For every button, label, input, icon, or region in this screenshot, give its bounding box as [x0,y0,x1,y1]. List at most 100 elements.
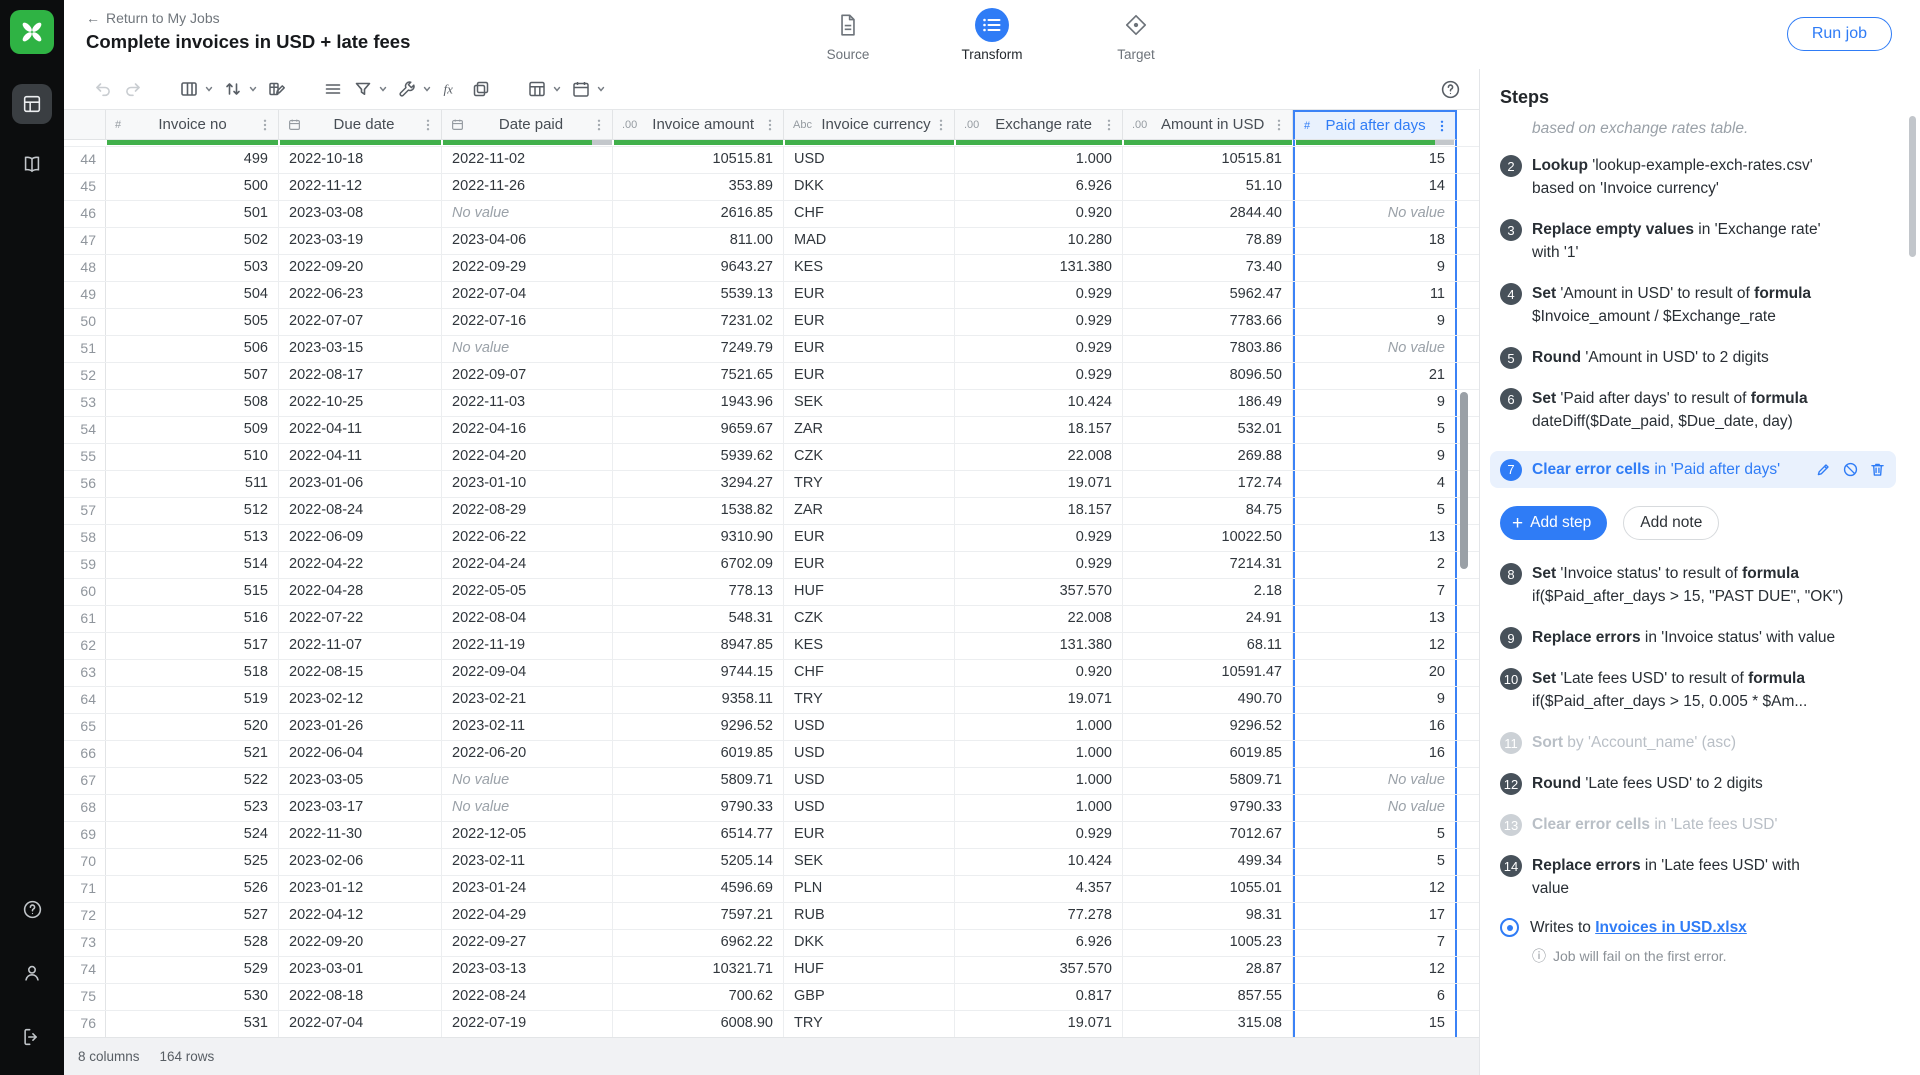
cell-exchange-rate[interactable]: 1.000 [955,714,1123,740]
cell-invoice-amount[interactable]: 1943.96 [613,390,784,416]
cell-exchange-rate[interactable]: 77.278 [955,903,1123,929]
cell-invoice-currency[interactable]: ZAR [784,498,955,524]
cell-date-paid[interactable]: 2022-04-24 [442,552,613,578]
cell-invoice-no[interactable]: 512 [106,498,279,524]
cell-invoice-currency[interactable]: SEK [784,390,955,416]
cell-paid-after-days[interactable]: 9 [1293,255,1457,281]
cell-paid-after-days[interactable]: 18 [1293,228,1457,254]
cell-amount-in-usd[interactable]: 315.08 [1123,1011,1293,1037]
cell-due-date[interactable]: 2022-11-30 [279,822,442,848]
cell-date-paid[interactable]: 2022-09-29 [442,255,613,281]
cell-paid-after-days[interactable]: 11 [1293,282,1457,308]
cell-paid-after-days[interactable]: 6 [1293,984,1457,1010]
cell-invoice-no[interactable]: 528 [106,930,279,956]
step-item-4[interactable]: 4Set 'Amount in USD' to result of formul… [1500,282,1902,328]
cell-invoice-currency[interactable]: EUR [784,282,955,308]
row-number-cell[interactable]: 66 [64,741,106,767]
cell-exchange-rate[interactable]: 0.929 [955,822,1123,848]
cell-exchange-rate[interactable]: 0.929 [955,282,1123,308]
cell-amount-in-usd[interactable]: 7783.66 [1123,309,1293,335]
cell-date-paid[interactable]: 2023-03-13 [442,957,613,983]
column-header-due-date[interactable]: Due date [279,110,442,140]
cell-paid-after-days[interactable]: 13 [1293,525,1457,551]
cell-invoice-amount[interactable]: 9744.15 [613,660,784,686]
cell-invoice-currency[interactable]: GBP [784,984,955,1010]
cell-exchange-rate[interactable]: 19.071 [955,687,1123,713]
cell-invoice-no[interactable]: 501 [106,201,279,227]
row-number-cell[interactable]: 52 [64,363,106,389]
cell-invoice-no[interactable]: 504 [106,282,279,308]
cell-paid-after-days[interactable]: 5 [1293,498,1457,524]
cell-amount-in-usd[interactable]: 172.74 [1123,471,1293,497]
filter-menu-button[interactable] [378,84,388,94]
row-number-cell[interactable]: 62 [64,633,106,659]
cell-due-date[interactable]: 2023-03-15 [279,336,442,362]
run-job-button[interactable]: Run job [1787,17,1892,51]
cell-invoice-amount[interactable]: 811.00 [613,228,784,254]
cell-amount-in-usd[interactable]: 73.40 [1123,255,1293,281]
row-number-cell[interactable]: 58 [64,525,106,551]
column-menu-icon[interactable] [1435,119,1449,133]
cell-paid-after-days[interactable]: 9 [1293,444,1457,470]
cell-amount-in-usd[interactable]: 84.75 [1123,498,1293,524]
cell-exchange-rate[interactable]: 18.157 [955,417,1123,443]
cell-paid-after-days[interactable]: 12 [1293,876,1457,902]
cell-amount-in-usd[interactable]: 5962.47 [1123,282,1293,308]
cell-amount-in-usd[interactable]: 9296.52 [1123,714,1293,740]
cell-amount-in-usd[interactable]: 532.01 [1123,417,1293,443]
cell-amount-in-usd[interactable]: 10022.50 [1123,525,1293,551]
row-number-cell[interactable]: 75 [64,984,106,1010]
cell-date-paid[interactable]: 2022-08-04 [442,606,613,632]
cell-date-paid[interactable]: 2023-01-10 [442,471,613,497]
cell-due-date[interactable]: 2023-03-05 [279,768,442,794]
row-number-cell[interactable]: 67 [64,768,106,794]
cell-invoice-no[interactable]: 508 [106,390,279,416]
cell-amount-in-usd[interactable]: 857.55 [1123,984,1293,1010]
cell-exchange-rate[interactable]: 10.280 [955,228,1123,254]
cell-invoice-amount[interactable]: 7249.79 [613,336,784,362]
cell-amount-in-usd[interactable]: 490.70 [1123,687,1293,713]
cell-due-date[interactable]: 2023-02-12 [279,687,442,713]
cell-paid-after-days[interactable]: 17 [1293,903,1457,929]
cell-invoice-no[interactable]: 518 [106,660,279,686]
output-file-link[interactable]: Invoices in USD.xlsx [1595,919,1747,936]
cell-invoice-amount[interactable]: 10515.81 [613,147,784,173]
column-menu-icon[interactable] [592,118,606,132]
cell-invoice-currency[interactable]: RUB [784,903,955,929]
cell-due-date[interactable]: 2022-06-09 [279,525,442,551]
row-number-cell[interactable]: 46 [64,201,106,227]
clean-tools-button[interactable] [394,74,420,104]
delete-step-icon[interactable] [1869,461,1886,478]
row-number-cell[interactable]: 53 [64,390,106,416]
cell-exchange-rate[interactable]: 0.929 [955,309,1123,335]
cell-invoice-currency[interactable]: KES [784,255,955,281]
row-number-cell[interactable]: 73 [64,930,106,956]
cell-exchange-rate[interactable]: 131.380 [955,633,1123,659]
cell-due-date[interactable]: 2022-07-07 [279,309,442,335]
cell-date-paid[interactable]: 2022-08-29 [442,498,613,524]
cell-paid-after-days[interactable]: 7 [1293,579,1457,605]
step-item-7[interactable]: 7Clear error cells in 'Paid after days' [1490,451,1896,488]
cell-invoice-amount[interactable]: 7521.65 [613,363,784,389]
cell-invoice-amount[interactable]: 5539.13 [613,282,784,308]
sidebar-item-library[interactable] [12,144,52,184]
cell-due-date[interactable]: 2023-03-19 [279,228,442,254]
sidebar-help-button[interactable] [12,889,52,929]
cell-invoice-currency[interactable]: PLN [784,876,955,902]
cell-amount-in-usd[interactable]: 7214.31 [1123,552,1293,578]
row-number-cell[interactable]: 65 [64,714,106,740]
cell-amount-in-usd[interactable]: 269.88 [1123,444,1293,470]
column-menu-icon[interactable] [1272,118,1286,132]
column-menu-icon[interactable] [934,118,948,132]
formula-button[interactable]: fx [438,74,464,104]
cell-amount-in-usd[interactable]: 1005.23 [1123,930,1293,956]
columns-menu-button[interactable] [204,84,214,94]
cell-due-date[interactable]: 2023-03-08 [279,201,442,227]
cell-invoice-amount[interactable]: 6962.22 [613,930,784,956]
table-options-menu-button[interactable] [552,84,562,94]
cell-invoice-currency[interactable]: USD [784,147,955,173]
cell-date-paid[interactable]: 2022-06-20 [442,741,613,767]
cell-date-paid[interactable]: 2022-05-05 [442,579,613,605]
row-number-cell[interactable]: 57 [64,498,106,524]
row-number-cell[interactable]: 51 [64,336,106,362]
